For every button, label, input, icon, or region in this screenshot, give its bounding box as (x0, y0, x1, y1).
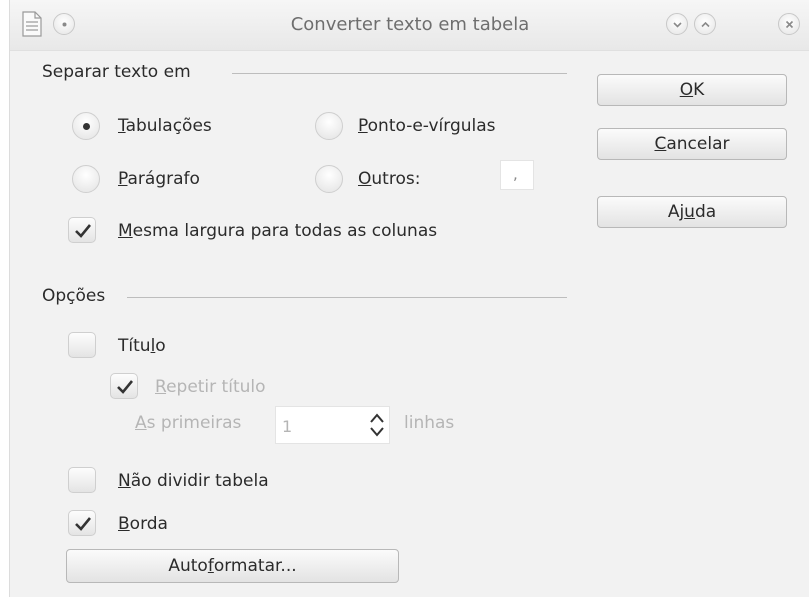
dont-split-checkbox[interactable] (68, 467, 96, 493)
window-title: Converter texto em tabela (290, 14, 530, 35)
other-separator-input[interactable]: , (500, 160, 534, 190)
ok-button[interactable]: OK (597, 74, 787, 106)
help-button[interactable]: Ajuda (597, 196, 787, 228)
separate-divider (232, 73, 567, 74)
semicolons-radio[interactable] (315, 112, 343, 140)
title-checkbox[interactable] (68, 332, 96, 358)
title-label: Título (118, 336, 166, 356)
other-radio[interactable] (315, 165, 343, 193)
first-rows-value: 1 (282, 417, 293, 436)
check-icon (75, 224, 92, 238)
tabs-label: Tabulações (118, 116, 212, 136)
radio-selected-dot (83, 123, 90, 130)
options-divider (127, 297, 567, 298)
equal-width-checkbox[interactable] (68, 217, 96, 243)
border-checkbox[interactable] (68, 510, 96, 536)
check-icon (75, 517, 92, 531)
repeat-title-checkbox[interactable] (110, 373, 138, 399)
title-bar: Converter texto em tabela (10, 0, 809, 51)
close-icon[interactable] (778, 13, 800, 35)
border-label: Borda (118, 514, 168, 534)
check-icon (117, 380, 134, 394)
dont-split-label: Não dividir tabela (118, 471, 269, 491)
separate-heading: Separar texto em (42, 62, 191, 82)
other-label: Outros: (358, 169, 421, 189)
other-separator-value: , (513, 165, 518, 183)
semicolons-label: Ponto-e-vírgulas (358, 116, 496, 136)
first-rows-prefix: As primeiras (135, 413, 242, 433)
cancel-button[interactable]: Cancelar (597, 128, 787, 160)
maximize-icon[interactable] (694, 13, 716, 35)
options-heading: Opções (42, 286, 106, 306)
minimize-icon[interactable] (666, 13, 688, 35)
paragraph-label: Parágrafo (118, 169, 200, 189)
equal-width-label: Mesma largura para todas as colunas (118, 221, 438, 241)
first-rows-suffix: linhas (404, 413, 455, 433)
repeat-title-label: Repetir título (155, 377, 266, 397)
paragraph-radio[interactable] (72, 165, 100, 193)
autoformat-button[interactable]: Autoformatar... (66, 549, 399, 583)
tabs-radio[interactable] (72, 112, 100, 140)
dialog-window: Converter texto em tabela Separar texto … (9, 0, 809, 597)
first-rows-spinbox[interactable]: 1 (275, 406, 390, 444)
spin-arrows-icon[interactable] (368, 410, 386, 440)
